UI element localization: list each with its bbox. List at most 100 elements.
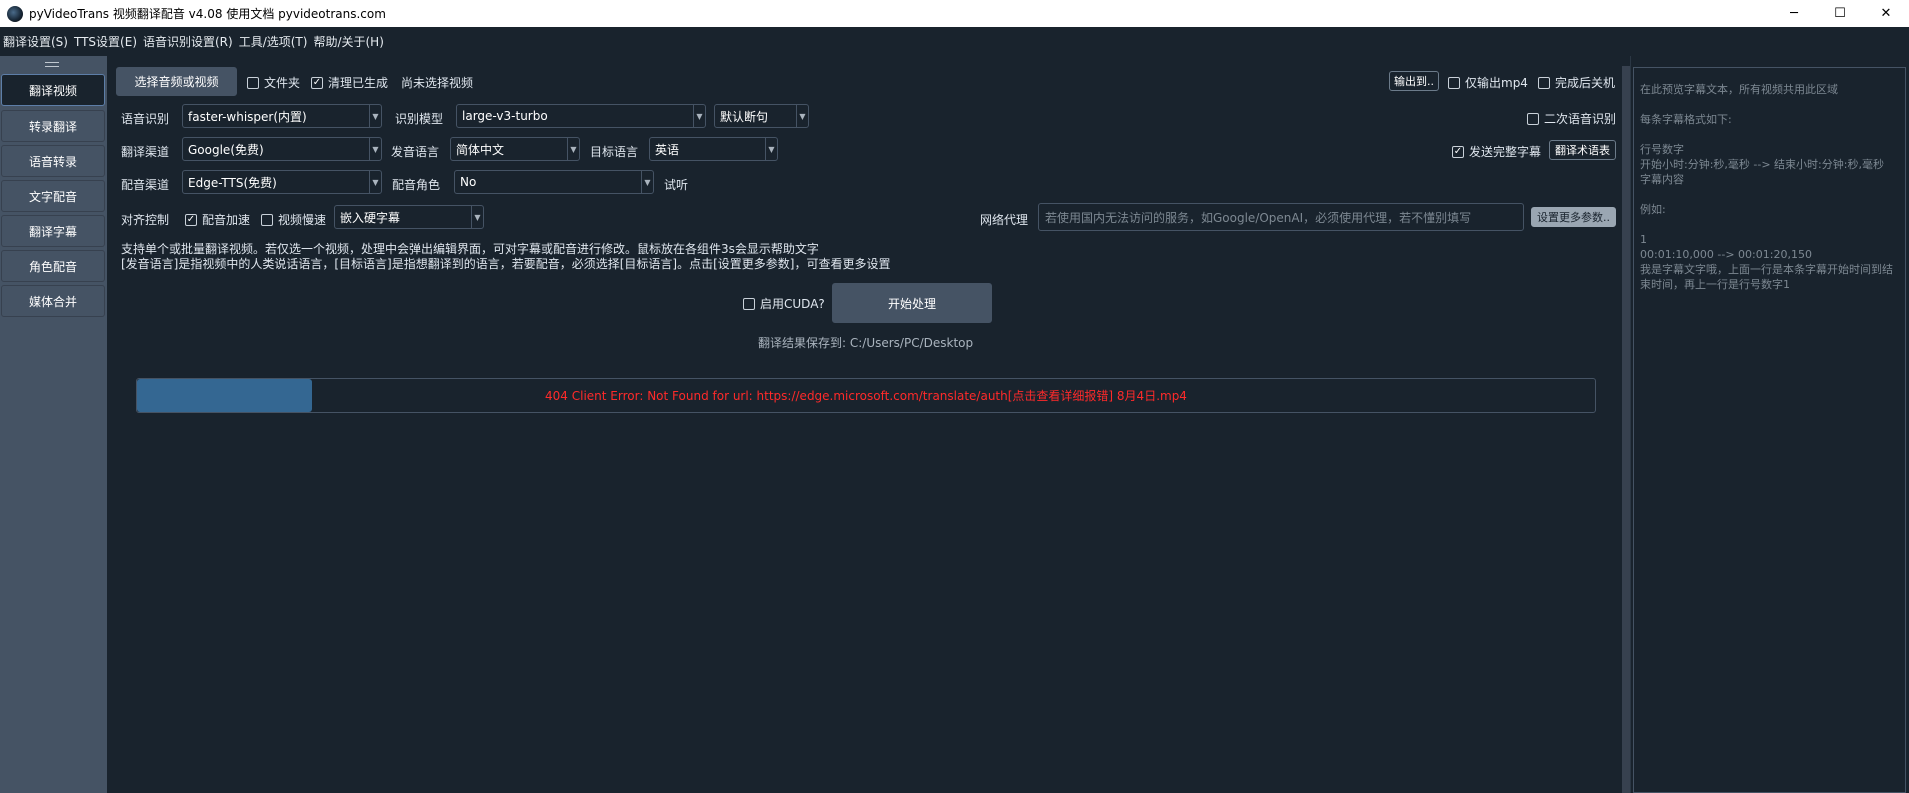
send-full-subtitle-checkbox[interactable]: ✓ 发送完整字幕 — [1452, 143, 1541, 160]
target-language-value: 英语 — [655, 142, 680, 157]
minimize-button[interactable]: ─ — [1771, 0, 1817, 27]
model-label: 识别模型 — [395, 112, 444, 126]
translate-channel-select[interactable]: Google(免费) ▼ — [182, 137, 382, 161]
target-language-label: 目标语言 — [590, 145, 639, 159]
send-full-subtitle-label: 发送完整字幕 — [1469, 145, 1542, 159]
no-video-status: 尚未选择视频 — [401, 76, 474, 90]
second-asr-checkbox[interactable]: 二次语音识别 — [1527, 110, 1616, 127]
tts-channel-select[interactable]: Edge-TTS(免费) ▼ — [182, 170, 382, 194]
nav-speech-transcribe[interactable]: 语音转录 — [1, 145, 105, 177]
glossary-button[interactable]: 翻译术语表 — [1549, 140, 1616, 160]
chevron-down-icon: ▼ — [369, 138, 381, 160]
help-text-line-1: 支持单个或批量翻译视频。若仅选一个视频，处理中会弹出编辑界面，可对字幕或配音进行… — [121, 242, 819, 256]
drag-handle-icon[interactable] — [45, 62, 59, 67]
source-language-value: 简体中文 — [456, 142, 505, 157]
progress-bar[interactable]: 404 Client Error: Not Found for url: htt… — [136, 378, 1596, 413]
voice-role-value: No — [460, 175, 477, 189]
menu-translate-settings[interactable]: 翻译设置(S) — [0, 33, 71, 50]
video-slowdown-checkbox[interactable]: 视频慢速 — [261, 211, 326, 228]
folder-checkbox[interactable]: 文件夹 — [247, 74, 300, 91]
nav-text-dubbing[interactable]: 文字配音 — [1, 180, 105, 212]
tts-channel-label: 配音渠道 — [121, 178, 170, 192]
checkbox-checked-icon: ✓ — [185, 213, 197, 226]
asr-label: 语音识别 — [121, 112, 170, 126]
folder-label: 文件夹 — [264, 76, 301, 90]
help-text: 支持单个或批量翻译视频。若仅选一个视频，处理中会弹出编辑界面，可对字幕或配音进行… — [121, 242, 890, 272]
asr-select[interactable]: faster-whisper(内置) ▼ — [182, 104, 382, 128]
menu-tts-settings[interactable]: TTS设置(E) — [71, 33, 140, 50]
chevron-down-icon: ▼ — [796, 105, 808, 127]
translate-channel-value: Google(免费) — [188, 142, 264, 157]
voice-role-select[interactable]: No ▼ — [454, 170, 654, 194]
shutdown-label: 完成后关机 — [1555, 76, 1616, 90]
source-language-select[interactable]: 简体中文 ▼ — [450, 137, 580, 161]
video-slowdown-label: 视频慢速 — [278, 213, 327, 227]
checkbox-unchecked-icon — [1538, 76, 1550, 89]
subtitle-mode-select[interactable]: 嵌入硬字幕 ▼ — [334, 205, 484, 229]
left-nav: 翻译视频 转录翻译 语音转录 文字配音 翻译字幕 角色配音 媒体合并 — [0, 56, 107, 793]
nav-role-dubbing[interactable]: 角色配音 — [1, 250, 105, 282]
checkbox-checked-icon: ✓ — [311, 76, 323, 89]
help-text-line-2: [发音语言]是指视频中的人类说话语言，[目标语言]是指想翻译到的语言，若要配音，… — [121, 257, 891, 271]
chevron-down-icon: ▼ — [765, 138, 777, 160]
more-params-button[interactable]: 设置更多参数.. — [1531, 207, 1616, 227]
nav-transcribe-translate[interactable]: 转录翻译 — [1, 110, 105, 142]
voice-role-label: 配音角色 — [392, 178, 441, 192]
menu-bar: 翻译设置(S) TTS设置(E) 语音识别设置(R) 工具/选项(T) 帮助/关… — [0, 27, 1909, 56]
select-media-button[interactable]: 选择音频或视频 — [116, 67, 237, 96]
only-mp4-label: 仅输出mp4 — [1465, 76, 1528, 90]
chevron-down-icon: ▼ — [471, 206, 483, 228]
asr-value: faster-whisper(内置) — [188, 109, 307, 124]
subtitle-preview-textarea[interactable]: 在此预览字幕文本，所有视频共用此区域 每条字幕格式如下: 行号数字 开始小时:分… — [1633, 67, 1906, 793]
menu-asr-settings[interactable]: 语音识别设置(R) — [140, 33, 236, 50]
voice-speedup-checkbox[interactable]: ✓ 配音加速 — [185, 211, 250, 228]
split-select[interactable]: 默认断句 ▼ — [714, 104, 809, 128]
checkbox-unchecked-icon — [743, 297, 755, 310]
cuda-label: 启用CUDA? — [760, 297, 825, 311]
checkbox-unchecked-icon — [1448, 76, 1460, 89]
title-bar: pyVideoTrans 视频翻译配音 v4.08 使用文档 pyvideotr… — [0, 0, 1909, 27]
voice-speedup-label: 配音加速 — [202, 213, 251, 227]
second-asr-label: 二次语音识别 — [1544, 112, 1617, 126]
subtitle-mode-value: 嵌入硬字幕 — [340, 210, 401, 225]
chevron-down-icon: ▼ — [567, 138, 579, 160]
panel-splitter[interactable] — [1630, 56, 1631, 793]
vertical-scrollbar[interactable] — [1622, 66, 1630, 793]
cuda-checkbox[interactable]: 启用CUDA? — [743, 295, 825, 312]
only-mp4-checkbox[interactable]: 仅输出mp4 — [1448, 74, 1528, 91]
save-path-text: 翻译结果保存到: C:/Users/PC/Desktop — [758, 336, 974, 350]
close-button[interactable]: ✕ — [1863, 0, 1909, 27]
nav-translate-subtitle[interactable]: 翻译字幕 — [1, 215, 105, 247]
checkbox-unchecked-icon — [261, 213, 273, 226]
clear-generated-checkbox[interactable]: ✓ 清理已生成 — [311, 74, 388, 91]
model-value: large-v3-turbo — [462, 109, 548, 123]
nav-media-merge[interactable]: 媒体合并 — [1, 285, 105, 317]
window-title: pyVideoTrans 视频翻译配音 v4.08 使用文档 pyvideotr… — [29, 7, 386, 21]
target-language-select[interactable]: 英语 ▼ — [649, 137, 778, 161]
checkbox-unchecked-icon — [1527, 112, 1539, 125]
chevron-down-icon: ▼ — [369, 105, 381, 127]
menu-help[interactable]: 帮助/关于(H) — [310, 33, 386, 50]
source-language-label: 发音语言 — [391, 145, 440, 159]
output-to-button[interactable]: 输出到.. — [1389, 71, 1439, 91]
start-processing-button[interactable]: 开始处理 — [832, 283, 992, 323]
nav-translate-video[interactable]: 翻译视频 — [1, 74, 105, 106]
split-value: 默认断句 — [720, 109, 769, 124]
menu-tools[interactable]: 工具/选项(T) — [236, 33, 311, 50]
chevron-down-icon: ▼ — [693, 105, 705, 127]
checkbox-checked-icon: ✓ — [1452, 145, 1464, 158]
clear-generated-label: 清理已生成 — [328, 76, 389, 90]
shutdown-checkbox[interactable]: 完成后关机 — [1538, 74, 1615, 91]
translate-channel-label: 翻译渠道 — [121, 145, 170, 159]
error-message[interactable]: 404 Client Error: Not Found for url: htt… — [137, 379, 1595, 412]
proxy-input[interactable]: 若使用国内无法访问的服务，如Google/OpenAI，必须使用代理，若不懂别填… — [1038, 203, 1524, 231]
model-select[interactable]: large-v3-turbo ▼ — [456, 104, 706, 128]
main-panel — [107, 56, 1622, 793]
chevron-down-icon: ▼ — [641, 171, 653, 193]
align-control-label: 对齐控制 — [121, 213, 170, 227]
chevron-down-icon: ▼ — [369, 171, 381, 193]
proxy-placeholder: 若使用国内无法访问的服务，如Google/OpenAI，必须使用代理，若不懂别填… — [1045, 210, 1472, 225]
proxy-label: 网络代理 — [980, 213, 1029, 227]
listen-button[interactable]: 试听 — [664, 176, 688, 193]
maximize-button[interactable]: ☐ — [1817, 0, 1863, 27]
